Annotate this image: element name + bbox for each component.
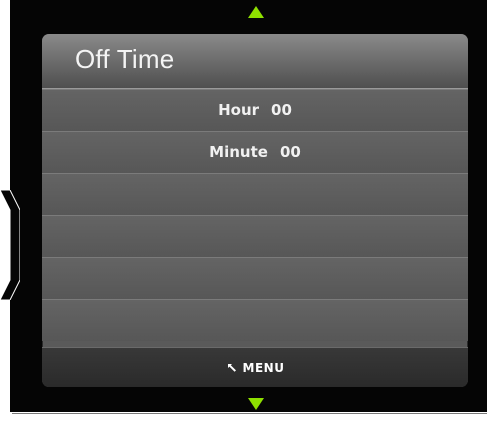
empty-row <box>42 173 468 215</box>
minute-label: Minute <box>209 143 268 161</box>
osd-screen: Off Time Hour 00 Minute 00 MENU <box>0 0 487 421</box>
hour-value[interactable]: 00 <box>271 101 292 119</box>
empty-row <box>42 257 468 299</box>
triangle-up-icon[interactable] <box>246 4 266 20</box>
hour-label: Hour <box>218 101 260 119</box>
minute-row[interactable]: Minute 00 <box>42 131 468 173</box>
triangle-down-icon[interactable] <box>246 396 266 412</box>
empty-row <box>42 215 468 257</box>
menu-button[interactable]: MENU <box>226 348 285 387</box>
empty-row <box>42 299 468 341</box>
page-title: Off Time <box>75 44 175 74</box>
minute-value[interactable]: 00 <box>280 143 301 161</box>
title-bar: Off Time <box>42 34 468 89</box>
bottom-divider <box>12 413 487 414</box>
chevron-left-icon[interactable] <box>0 190 20 300</box>
hour-row[interactable]: Hour 00 <box>42 89 468 131</box>
settings-list: Hour 00 Minute 00 <box>42 89 468 341</box>
menu-bar[interactable]: MENU <box>42 347 468 387</box>
return-arrow-icon <box>227 364 236 372</box>
menu-label: MENU <box>242 361 285 375</box>
off-time-panel: Off Time Hour 00 Minute 00 MENU <box>42 34 468 387</box>
